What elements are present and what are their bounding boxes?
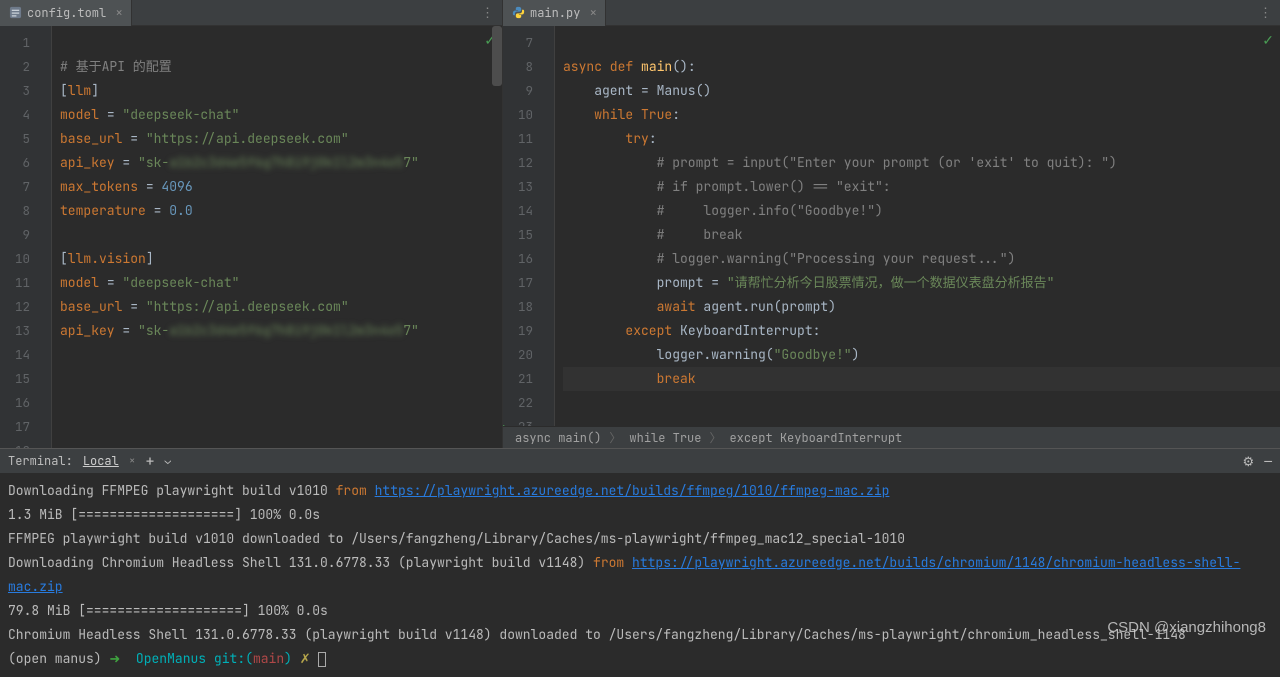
tab-bar-left: config.toml × ⋮ [0, 0, 502, 26]
python-file-icon [511, 6, 525, 20]
breadcrumb[interactable]: async main()〉 while True〉 except Keyboar… [503, 426, 1280, 448]
more-tabs-icon[interactable]: ⋮ [1251, 4, 1280, 21]
editor-pane-right: main.py × ⋮ 7891011121314151617181920212… [503, 0, 1280, 448]
terminal-tab-local[interactable]: Local [83, 453, 119, 469]
more-tabs-icon[interactable]: ⋮ [473, 4, 502, 21]
gutter-left: 123456789101112131415161718 [0, 26, 38, 448]
run-gutter-icon[interactable]: ▶ [503, 415, 506, 426]
tab-bar-right: main.py × ⋮ [503, 0, 1280, 26]
gear-icon[interactable]: ⚙ [1243, 453, 1255, 470]
tab-label: main.py [530, 5, 580, 21]
terminal-panel: Terminal: Local × + ⌄ ⚙ — Downloading FF… [0, 448, 1280, 677]
breadcrumb-item[interactable]: except KeyboardInterrupt [729, 430, 902, 446]
code-area-right[interactable]: 7891011121314151617181920212223▶ async d… [503, 26, 1280, 426]
editor-pane-left: config.toml × ⋮ 123456789101112131415161… [0, 0, 503, 448]
gutter-right: 7891011121314151617181920212223▶ [503, 26, 541, 426]
fold-column-left [38, 26, 52, 448]
close-icon[interactable]: × [589, 4, 597, 21]
fold-column-right [541, 26, 555, 426]
inspection-ok-icon: ✓ [1262, 32, 1274, 50]
code-area-left[interactable]: 123456789101112131415161718 # 基于API 的配置[… [0, 26, 502, 448]
tab-label: config.toml [27, 5, 106, 21]
tab-config-toml[interactable]: config.toml × [0, 0, 132, 26]
terminal-header: Terminal: Local × + ⌄ ⚙ — [0, 449, 1280, 473]
code-right[interactable]: async def main(): agent = Manus() while … [555, 26, 1280, 426]
add-terminal-icon[interactable]: + [145, 451, 154, 471]
terminal-label: Terminal: [8, 453, 73, 469]
close-icon[interactable]: × [129, 454, 136, 468]
scrollbar-left[interactable] [492, 26, 502, 86]
terminal-link[interactable]: https://playwright.azureedge.net/builds/… [375, 482, 890, 499]
chevron-down-icon[interactable]: ⌄ [164, 454, 171, 468]
minimize-icon[interactable]: — [1264, 453, 1272, 470]
close-icon[interactable]: × [115, 4, 123, 21]
breadcrumb-item[interactable]: async main() [515, 430, 601, 446]
terminal-body[interactable]: Downloading FFMPEG playwright build v101… [0, 473, 1280, 677]
code-left[interactable]: # 基于API 的配置[llm]model = "deepseek-chat"b… [52, 26, 502, 448]
breadcrumb-item[interactable]: while True [629, 430, 701, 446]
terminal-cursor [318, 652, 326, 667]
toml-file-icon [8, 6, 22, 20]
tab-main-py[interactable]: main.py × [503, 0, 606, 26]
